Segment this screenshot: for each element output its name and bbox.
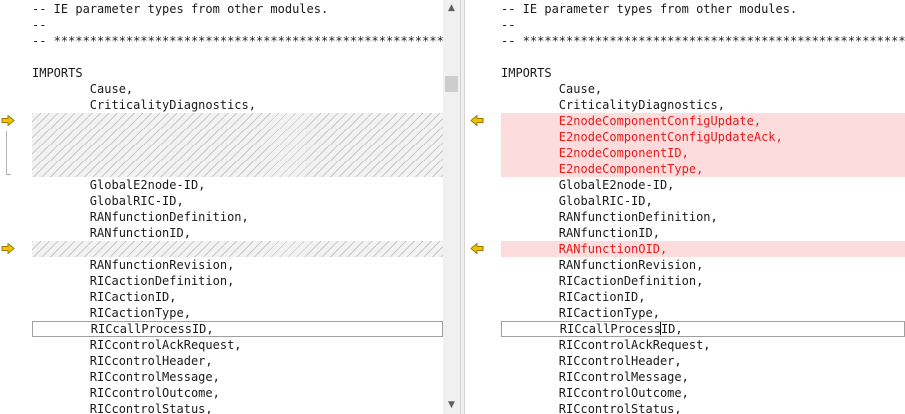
change-bracket [6, 131, 11, 175]
code-line[interactable]: RICactionDefinition, [32, 273, 443, 289]
left-diff-pane[interactable]: -- IE parameter types from other modules… [0, 0, 460, 414]
code-line[interactable]: RANfunctionRevision, [32, 257, 443, 273]
code-line[interactable]: RICcontrolStatus, [32, 401, 443, 414]
code-line[interactable]: -- [32, 17, 443, 33]
code-line[interactable]: RICcontrolOutcome, [501, 385, 905, 401]
vertical-scrollbar[interactable]: ▲ ▼ [443, 0, 460, 414]
code-line[interactable]: RICactionType, [32, 305, 443, 321]
chevron-up-icon[interactable]: ▲ [443, 0, 460, 17]
code-line[interactable]: CriticalityDiagnostics, [501, 97, 905, 113]
arrow-right-icon[interactable] [1, 115, 15, 126]
code-line[interactable]: Cause, [32, 81, 443, 97]
code-line[interactable]: GlobalRIC-ID, [32, 193, 443, 209]
code-line[interactable]: RICcontrolStatus, [501, 401, 905, 414]
code-line[interactable] [32, 241, 443, 257]
arrow-left-icon[interactable] [470, 243, 484, 254]
code-line[interactable]: RICcontrolOutcome, [32, 385, 443, 401]
chevron-down-icon[interactable]: ▼ [443, 397, 460, 414]
code-line[interactable]: RICactionType, [501, 305, 905, 321]
code-line[interactable]: E2nodeComponentID, [501, 145, 905, 161]
code-line[interactable]: RANfunctionID, [501, 225, 905, 241]
code-line[interactable] [32, 49, 443, 65]
code-line[interactable]: RICcontrolMessage, [32, 369, 443, 385]
code-line[interactable]: -- IE parameter types from other modules… [501, 1, 905, 17]
code-line[interactable]: RANfunctionID, [32, 225, 443, 241]
code-line[interactable]: RICcontrolAckRequest, [32, 337, 443, 353]
code-line[interactable]: RICcontrolMessage, [501, 369, 905, 385]
code-line[interactable]: E2nodeComponentType, [501, 161, 905, 177]
arrow-left-icon[interactable] [470, 115, 484, 126]
code-line[interactable]: RANfunctionDefinition, [501, 209, 905, 225]
right-diff-pane[interactable]: -- IE parameter types from other modules… [465, 0, 905, 414]
code-line[interactable]: IMPORTS [32, 65, 443, 81]
code-line[interactable]: Cause, [501, 81, 905, 97]
code-line[interactable] [32, 145, 443, 161]
code-line[interactable]: GlobalE2node-ID, [501, 177, 905, 193]
code-line[interactable] [32, 161, 443, 177]
code-line[interactable]: RICcontrolHeader, [501, 353, 905, 369]
code-line[interactable]: GlobalE2node-ID, [32, 177, 443, 193]
code-line[interactable]: RICcallProcessID, [32, 321, 443, 337]
code-line[interactable]: RANfunctionRevision, [501, 257, 905, 273]
code-line[interactable]: E2nodeComponentConfigUpdate, [501, 113, 905, 129]
text-caret [659, 322, 661, 335]
code-line[interactable] [32, 129, 443, 145]
code-line[interactable]: RICactionDefinition, [501, 273, 905, 289]
scroll-thumb[interactable] [445, 76, 458, 92]
code-line[interactable]: -- IE parameter types from other modules… [32, 1, 443, 17]
code-line[interactable]: E2nodeComponentConfigUpdateAck, [501, 129, 905, 145]
code-line[interactable]: RICcontrolAckRequest, [501, 337, 905, 353]
code-line[interactable]: -- *************************************… [32, 33, 460, 49]
code-line[interactable]: RICcallProcessID, [501, 321, 905, 337]
code-line[interactable]: RANfunctionOID, [501, 241, 905, 257]
arrow-right-icon[interactable] [1, 243, 15, 254]
code-line[interactable]: RICactionID, [501, 289, 905, 305]
code-line[interactable]: GlobalRIC-ID, [501, 193, 905, 209]
left-gutter [0, 0, 30, 414]
right-code-view[interactable]: -- IE parameter types from other modules… [501, 1, 905, 414]
right-gutter [465, 0, 499, 414]
left-code-view[interactable]: -- IE parameter types from other modules… [32, 1, 460, 414]
code-line[interactable]: RICcontrolHeader, [32, 353, 443, 369]
code-line[interactable]: RICactionID, [32, 289, 443, 305]
code-line[interactable] [501, 49, 905, 65]
code-line[interactable]: -- [501, 17, 905, 33]
code-line[interactable]: -- *************************************… [501, 33, 905, 49]
code-line[interactable]: CriticalityDiagnostics, [32, 97, 443, 113]
code-line[interactable]: IMPORTS [501, 65, 905, 81]
code-line[interactable]: RANfunctionDefinition, [32, 209, 443, 225]
code-line[interactable] [32, 113, 443, 129]
